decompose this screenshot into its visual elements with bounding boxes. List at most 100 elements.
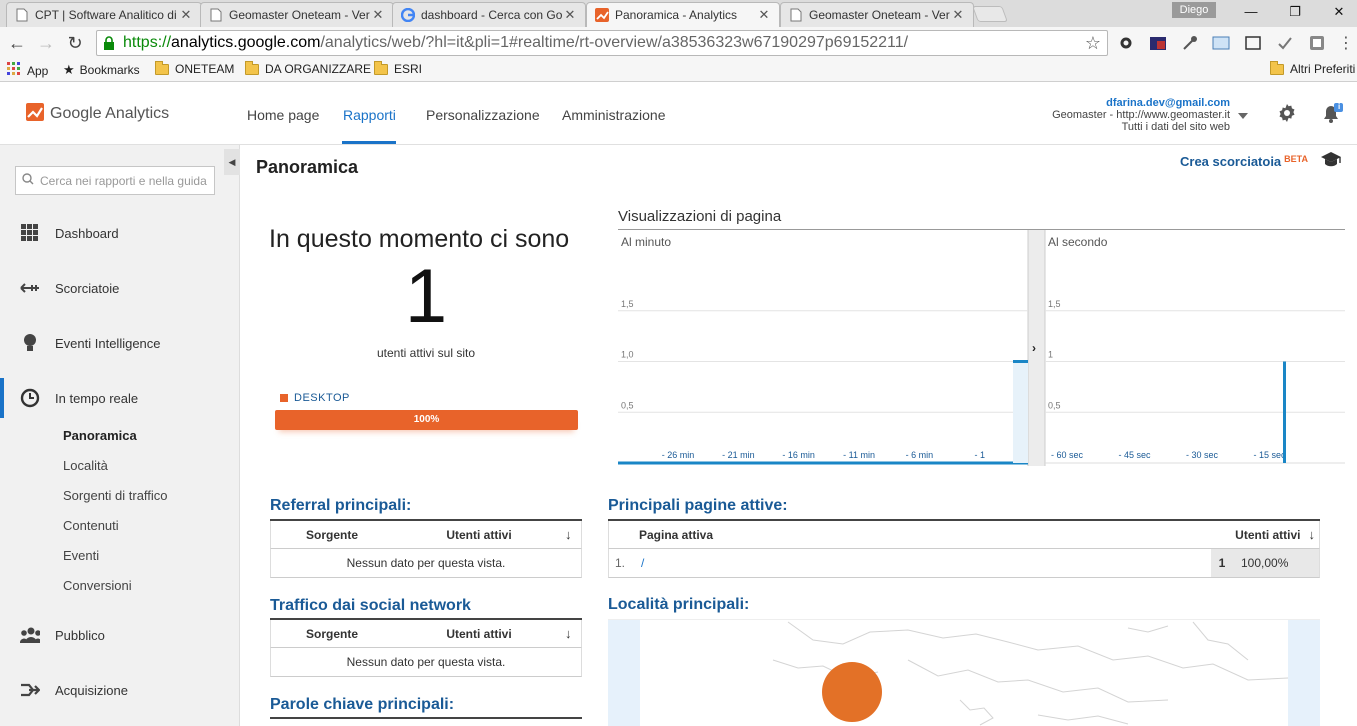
account-selector[interactable]: dfarina.dev@gmail.com Geomaster - http:/… bbox=[1052, 97, 1230, 133]
row-rank: 1. bbox=[614, 556, 625, 570]
minimize-icon[interactable]: — bbox=[1228, 0, 1274, 24]
page-title: Panoramica bbox=[256, 157, 359, 177]
sidebar-item-acquisition[interactable]: Acquisizione bbox=[0, 670, 224, 710]
sidebar-item-realtime[interactable]: In tempo reale bbox=[0, 378, 224, 418]
reload-icon[interactable]: ↻ bbox=[63, 31, 87, 55]
sort-arrow-icon[interactable]: ↓ bbox=[565, 626, 572, 641]
bookmark-apps[interactable]: App bbox=[7, 62, 48, 79]
close-tab-icon[interactable]: ✕ bbox=[563, 7, 577, 23]
profile-button[interactable]: Diego bbox=[1172, 2, 1216, 18]
x-tick-label: - 1 bbox=[974, 450, 985, 460]
forward-icon[interactable]: → bbox=[34, 31, 58, 55]
active-nav-indicator bbox=[342, 141, 396, 144]
location-bubble bbox=[822, 662, 882, 722]
nav-admin[interactable]: Amministrazione bbox=[562, 107, 665, 123]
page-icon bbox=[209, 8, 223, 22]
main-content: Panoramica Crea scorciatoia BETA In quest… bbox=[240, 145, 1357, 726]
close-window-icon[interactable]: ✕ bbox=[1316, 0, 1357, 24]
bookmark-folder[interactable]: ESRI bbox=[374, 60, 422, 76]
extension-box-icon[interactable] bbox=[1306, 32, 1328, 54]
browser-tab[interactable]: dashboard - Cerca con Go ✕ bbox=[392, 2, 586, 27]
extension-icon[interactable] bbox=[1147, 32, 1169, 54]
sidebar-item-intelligence[interactable]: Eventi Intelligence bbox=[0, 323, 224, 363]
column-active-users[interactable]: Utenti attivi bbox=[393, 627, 565, 641]
back-icon[interactable]: ← bbox=[5, 31, 29, 55]
y-tick-label: 1,5 bbox=[1048, 299, 1061, 309]
browser-tab[interactable]: Geomaster Oneteam - Ver ✕ bbox=[200, 2, 394, 27]
sidebar-subitem-overview[interactable]: Panoramica bbox=[63, 428, 137, 443]
extension-window-icon[interactable] bbox=[1210, 32, 1232, 54]
analytics-logo-icon bbox=[26, 103, 44, 124]
new-tab-button[interactable] bbox=[972, 6, 1008, 22]
locations-map[interactable] bbox=[608, 619, 1320, 726]
referral-table: Sorgente Utenti attivi ↓ Nessun dato per… bbox=[270, 519, 582, 578]
folder-icon bbox=[245, 60, 259, 75]
close-tab-icon[interactable]: ✕ bbox=[179, 7, 193, 23]
nav-reports[interactable]: Rapporti bbox=[343, 107, 396, 123]
ga-logo[interactable]: Google Analytics bbox=[26, 103, 169, 124]
create-shortcut-link[interactable]: Crea scorciatoia BETA bbox=[1180, 154, 1308, 169]
social-title: Traffico dai social network bbox=[270, 597, 471, 614]
collapse-sidebar-icon[interactable]: ◀ bbox=[224, 149, 240, 175]
pageviews-charts: › Al minuto 0,5 1,0 1,5 - 26 min - 21 min - 16 … bbox=[618, 229, 1345, 466]
sidebar-subitem-content[interactable]: Contenuti bbox=[63, 518, 119, 533]
active-now-title: In questo momento ci sono bbox=[269, 225, 570, 253]
sort-arrow-icon[interactable]: ↓ bbox=[565, 527, 572, 542]
google-icon bbox=[401, 8, 415, 22]
bookmark-folder[interactable]: DA ORGANIZZARE bbox=[245, 60, 371, 76]
acquisition-arrow-icon bbox=[20, 680, 40, 700]
table-row: 1. / 1 100,00% bbox=[608, 549, 1320, 578]
nav-customization[interactable]: Personalizzazione bbox=[426, 107, 540, 123]
sort-arrow-icon[interactable]: ↓ bbox=[1309, 527, 1316, 542]
menu-icon[interactable]: ⋮ bbox=[1335, 32, 1357, 54]
browser-tab[interactable]: Geomaster Oneteam - Ver ✕ bbox=[780, 2, 974, 27]
sidebar: ◀ Cerca nei rapporti e nella guida Dashb… bbox=[0, 145, 240, 726]
map-svg bbox=[608, 620, 1320, 726]
sidebar-item-dashboard[interactable]: Dashboard bbox=[0, 213, 224, 253]
nav-home[interactable]: Home page bbox=[247, 107, 319, 123]
sidebar-item-audience[interactable]: Pubblico bbox=[0, 615, 224, 655]
column-active-page[interactable]: Pagina attiva bbox=[609, 528, 713, 542]
dashboard-grid-icon bbox=[20, 223, 40, 243]
lock-icon bbox=[103, 36, 117, 50]
browser-toolbar: ← → ↻ https://analytics.google.com/analy… bbox=[0, 27, 1357, 59]
browser-tab[interactable]: CPT | Software Analitico di ✕ bbox=[6, 2, 202, 27]
settings-gear-icon[interactable] bbox=[1277, 103, 1297, 123]
sidebar-subitem-events[interactable]: Eventi bbox=[63, 548, 99, 563]
close-tab-icon[interactable]: ✕ bbox=[951, 7, 965, 23]
sidebar-subitem-traffic-sources[interactable]: Sorgenti di traffico bbox=[63, 488, 168, 503]
eyedropper-icon[interactable] bbox=[1179, 32, 1201, 54]
browser-tab-active[interactable]: Panoramica - Analytics ✕ bbox=[586, 2, 780, 27]
sidebar-subitem-locations[interactable]: Località bbox=[63, 458, 108, 473]
row-page-link[interactable]: / bbox=[631, 556, 1211, 570]
column-active-users[interactable]: Utenti attivi bbox=[1235, 528, 1300, 542]
sidebar-subitem-conversions[interactable]: Conversioni bbox=[63, 578, 132, 593]
x-tick-label: - 60 sec bbox=[1051, 450, 1084, 460]
bookmark-folder[interactable]: ONETEAM bbox=[155, 60, 234, 76]
graduation-cap-icon[interactable] bbox=[1320, 151, 1342, 169]
shortcut-arrow-icon bbox=[20, 278, 40, 298]
notifications-bell-icon[interactable]: i bbox=[1321, 102, 1343, 125]
row-percent: 100,00% bbox=[1233, 549, 1319, 577]
search-input[interactable]: Cerca nei rapporti e nella guida bbox=[15, 166, 215, 195]
notification-badge: i bbox=[1338, 102, 1341, 111]
sidebar-item-shortcuts[interactable]: Scorciatoie bbox=[0, 268, 224, 308]
column-source[interactable]: Sorgente bbox=[271, 528, 393, 542]
table-header: Sorgente Utenti attivi ↓ bbox=[270, 521, 582, 549]
extension-check-icon[interactable] bbox=[1274, 32, 1296, 54]
column-active-users[interactable]: Utenti attivi bbox=[393, 528, 565, 542]
close-tab-icon[interactable]: ✕ bbox=[371, 7, 385, 23]
restore-icon[interactable]: ❐ bbox=[1272, 0, 1318, 24]
bookmark-bookmarks[interactable]: ★ Bookmarks bbox=[63, 62, 140, 78]
address-bar[interactable]: https://analytics.google.com/analytics/w… bbox=[96, 30, 1108, 56]
bookmark-other[interactable]: Altri Preferiti bbox=[1270, 60, 1355, 76]
ga-header: Google Analytics Home page Rapporti Pers… bbox=[0, 83, 1357, 145]
close-tab-icon[interactable]: ✕ bbox=[757, 7, 771, 23]
bookmark-star-icon[interactable]: ☆ bbox=[1085, 33, 1101, 54]
column-source[interactable]: Sorgente bbox=[271, 627, 393, 641]
pageviews-chart-svg: › Al minuto 0,5 1,0 1,5 - 26 min - 21 min - 16 … bbox=[618, 230, 1345, 466]
screenshot-icon[interactable] bbox=[1242, 32, 1264, 54]
folder-icon bbox=[1270, 60, 1284, 75]
extension-gear-icon[interactable] bbox=[1115, 32, 1137, 54]
account-dropdown-icon[interactable] bbox=[1238, 113, 1248, 119]
